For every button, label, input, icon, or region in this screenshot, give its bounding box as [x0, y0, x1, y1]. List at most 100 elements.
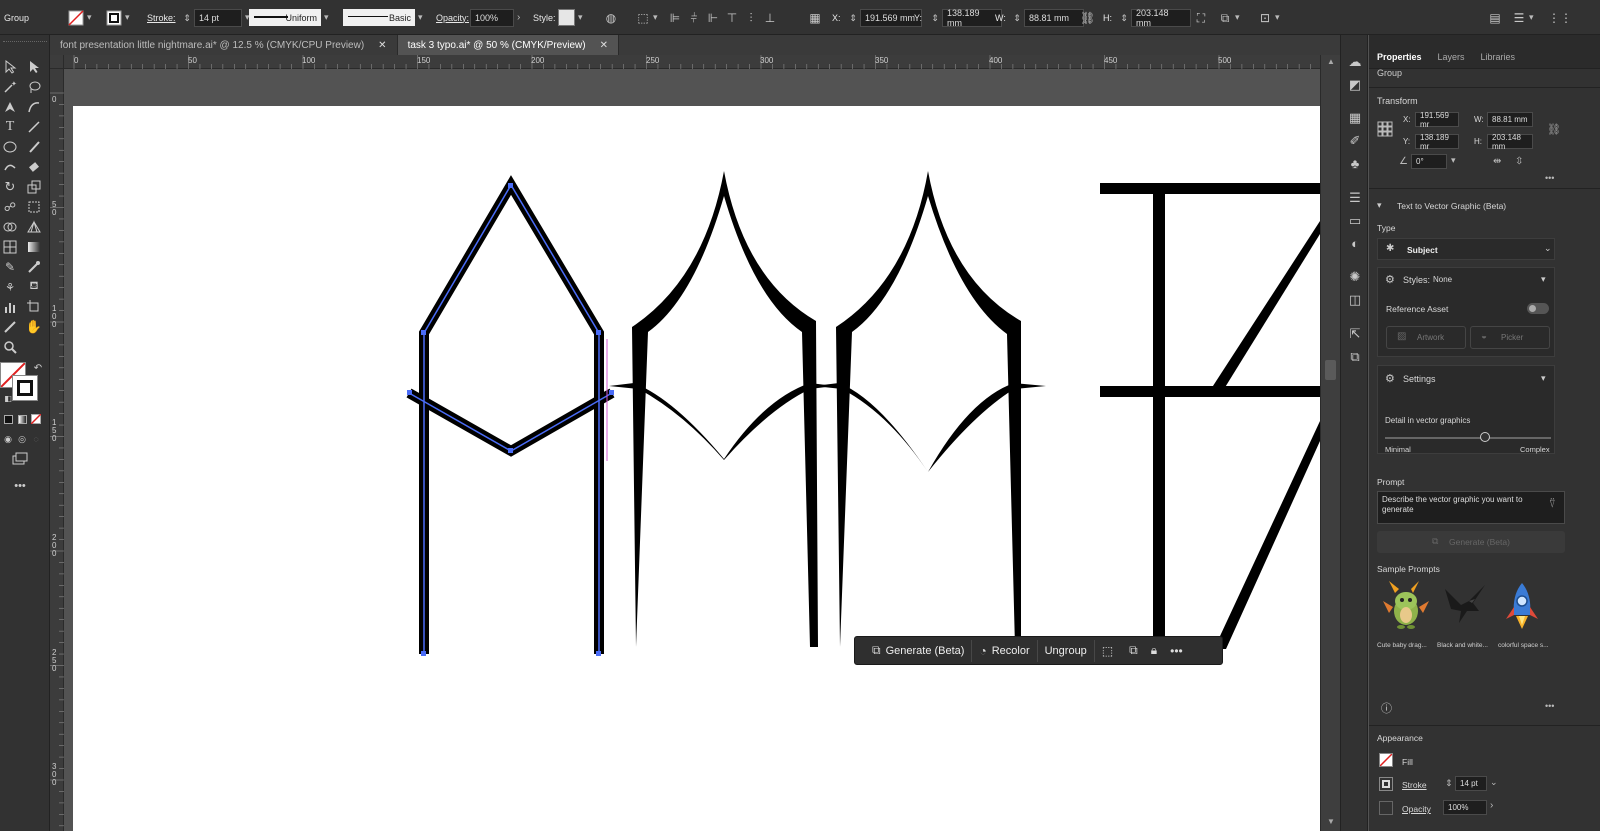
close-icon[interactable]: ✕	[378, 40, 386, 51]
more-options-icon[interactable]: •••	[1545, 173, 1554, 183]
x-field[interactable]: 191.569 mr	[1415, 111, 1459, 129]
fill-swatch[interactable]: ▾	[68, 0, 92, 35]
chevron-down-icon[interactable]: ▾	[1541, 373, 1546, 384]
chevron-down-icon[interactable]: ▾	[578, 12, 583, 23]
paintbrush-tool-icon[interactable]	[26, 139, 42, 155]
stepper-icon[interactable]: ⇕	[1117, 11, 1131, 25]
sample-bird-image[interactable]	[1439, 581, 1489, 631]
align-right-icon[interactable]: ⊩	[706, 11, 720, 25]
picker-button[interactable]: ◒ Picker	[1470, 326, 1550, 349]
chevron-down-icon[interactable]: ▾	[653, 12, 658, 23]
none-mode-icon[interactable]	[28, 411, 44, 427]
y-field[interactable]: 138.189 mm	[942, 8, 1002, 28]
close-icon[interactable]: ✕	[600, 40, 608, 51]
default-colors-icon[interactable]: ◧	[0, 390, 16, 406]
stepper-icon[interactable]: ⇕	[180, 11, 194, 25]
glyph-a-calligraphic-1[interactable]	[609, 171, 834, 647]
free-transform-tool-icon[interactable]	[26, 199, 42, 215]
detail-slider-thumb[interactable]	[1479, 432, 1490, 442]
stepper-icon[interactable]: ⇕	[846, 11, 860, 25]
magic-wand-tool-icon[interactable]: ✦	[2, 79, 18, 95]
draw-inside-icon[interactable]: ◌	[28, 431, 44, 447]
ruler-origin[interactable]	[50, 55, 64, 69]
artboards-icon[interactable]: ⧉	[1346, 348, 1364, 366]
constrain-proportions-icon[interactable]: ⛓	[1080, 11, 1095, 25]
color-guide-icon[interactable]: ▦	[1346, 109, 1364, 127]
selection-tool-icon[interactable]	[2, 59, 18, 75]
zoom-tool-icon[interactable]	[2, 339, 18, 355]
stroke-weight-field[interactable]: 14 pt	[194, 8, 242, 27]
graphic-styles-icon[interactable]: ◫	[1346, 291, 1364, 309]
opacity-swatch[interactable]	[1379, 801, 1393, 815]
type-select[interactable]: ✱ Subject ⌄	[1377, 238, 1555, 260]
glyph-a-outline[interactable]	[406, 175, 615, 654]
transparency-icon[interactable]: ◐	[1346, 235, 1364, 253]
live-paint-tool-icon[interactable]: ⛾	[26, 279, 42, 295]
vertical-scrollbar[interactable]: ▲ ▼	[1320, 55, 1340, 831]
flip-horizontal-icon[interactable]: ⇹	[1493, 156, 1501, 167]
gradient-tool-icon[interactable]	[26, 239, 42, 255]
lightbulb-icon[interactable]: ⍢	[1549, 498, 1556, 511]
align-left-icon[interactable]: ⊫	[668, 11, 682, 25]
appearance-stroke-swatch[interactable]	[1379, 777, 1393, 791]
brush-select[interactable]: Basic	[343, 9, 415, 26]
ungroup-button[interactable]: Ungroup	[1038, 639, 1095, 662]
lasso-tool-icon[interactable]	[26, 79, 42, 95]
align-top-icon[interactable]: ⊤	[725, 11, 739, 25]
eyedropper-tool-icon[interactable]	[26, 259, 42, 275]
artwork-button[interactable]: ▨ Artwork	[1386, 326, 1466, 349]
tab-layers[interactable]: Layers	[1430, 52, 1473, 68]
chevron-down-icon[interactable]: ▾	[1235, 12, 1240, 23]
horizontal-ruler[interactable]: 0 50 100 150 200 250 300 350 400 450 500	[64, 55, 1320, 69]
perspective-grid-tool-icon[interactable]	[26, 219, 42, 235]
collapse-icon[interactable]: ▾	[1377, 200, 1382, 211]
shaper-tool-icon[interactable]	[2, 159, 18, 175]
align-center-icon[interactable]: ⫩	[687, 11, 701, 25]
more-options-button[interactable]: •••	[1166, 640, 1192, 662]
chevron-down-icon[interactable]: ▾	[1275, 12, 1280, 23]
canvas[interactable]: ⧉ Generate (Beta) ◔ Recolor Ungroup ⬚ ⧉ …	[64, 69, 1320, 831]
opacity-label[interactable]: Opacity:	[436, 0, 469, 35]
scroll-up-icon[interactable]: ▲	[1327, 57, 1335, 66]
sample-dragon-image[interactable]	[1381, 581, 1431, 631]
libraries-icon[interactable]: ☁	[1346, 53, 1364, 71]
reference-asset-toggle[interactable]	[1527, 303, 1549, 314]
warp-tool-icon[interactable]: ☍	[2, 199, 18, 215]
vertical-ruler[interactable]: 0 50 100 150 200 250 300	[50, 69, 64, 831]
ellipse-tool-icon[interactable]	[2, 139, 18, 155]
stroke-profile-select[interactable]: Uniform	[249, 9, 321, 26]
chevron-down-icon[interactable]: ▾	[1529, 12, 1534, 23]
constrain-proportions-icon[interactable]: ⛓	[1547, 123, 1561, 136]
chevron-down-icon[interactable]: ⌄	[1490, 777, 1498, 788]
h-field[interactable]: 203.148 mm	[1487, 133, 1533, 151]
shape-builder-tool-icon[interactable]	[2, 219, 18, 235]
shape-mode-icon[interactable]: ⧉	[1218, 11, 1232, 25]
slice-tool-icon[interactable]	[2, 319, 18, 335]
align-middle-icon[interactable]: ⫶	[744, 11, 758, 25]
appearance-fill-swatch[interactable]	[1379, 753, 1393, 767]
style-swatch[interactable]	[558, 9, 575, 26]
line-tool-icon[interactable]	[26, 119, 42, 135]
w-field[interactable]: 88.81 mm	[1487, 112, 1533, 127]
recolor-wheel-icon[interactable]: ◍	[604, 11, 618, 25]
edit-toolbar-icon[interactable]: •••	[12, 478, 28, 494]
transform-icon[interactable]: ⬚	[636, 11, 650, 25]
duplicate-button[interactable]: ⧉	[1125, 640, 1147, 662]
prompt-textarea[interactable]: Describe the vector graphic you want to …	[1377, 491, 1565, 524]
sample-label[interactable]: Cute baby drag...	[1377, 642, 1427, 649]
type-tool-icon[interactable]: T	[2, 119, 18, 135]
tab-document-2[interactable]: task 3 typo.ai* @ 50 % (CMYK/Preview) ✕	[397, 35, 619, 55]
chevron-right-icon[interactable]: ›	[517, 12, 520, 23]
generate-button[interactable]: ⧉ Generate (Beta)	[865, 639, 973, 662]
reference-point-icon[interactable]: ▦	[808, 11, 822, 25]
sample-rocket-image[interactable]	[1497, 581, 1547, 631]
opacity-label[interactable]: Opacity	[1402, 804, 1431, 814]
stroke-swatch[interactable]: ▾	[106, 0, 130, 35]
hand-tool-icon[interactable]: ✋	[26, 319, 42, 335]
scale-tool-icon[interactable]	[26, 179, 42, 195]
stroke-panel-icon[interactable]: ☰	[1346, 189, 1364, 207]
appearance-icon[interactable]: ✺	[1346, 268, 1364, 286]
brushes-icon[interactable]: ✐	[1346, 132, 1364, 150]
workspace-icon[interactable]: ⋮⋮	[1548, 11, 1572, 25]
sample-label[interactable]: Black and white...	[1437, 642, 1488, 649]
